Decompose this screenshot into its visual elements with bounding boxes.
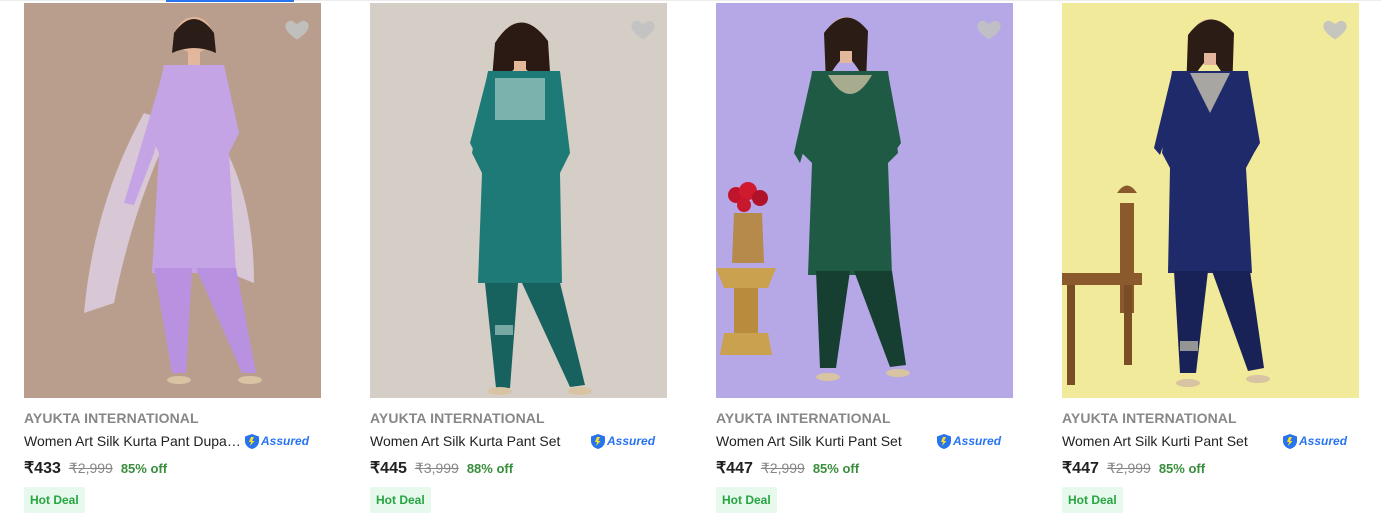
product-image[interactable] — [716, 3, 1013, 398]
product-title[interactable]: Women Art Silk Kurta Pant Set — [370, 433, 588, 449]
assured-badge: Assured — [590, 432, 655, 450]
product-card[interactable]: AYUKTA INTERNATIONAL Women Art Silk Kurt… — [716, 3, 1013, 513]
product-photo — [370, 3, 667, 398]
product-title[interactable]: Women Art Silk Kurta Pant Dupat... — [24, 433, 242, 449]
selling-price: ₹447 — [1062, 460, 1099, 477]
product-card[interactable]: AYUKTA INTERNATIONAL Women Art Silk Kurt… — [24, 3, 321, 513]
product-image[interactable] — [370, 3, 667, 398]
assured-badge: Assured — [1282, 432, 1347, 450]
original-price: ₹2,999 — [760, 460, 805, 476]
discount-percent: 85% off — [812, 461, 860, 476]
product-image[interactable] — [24, 3, 321, 398]
product-title[interactable]: Women Art Silk Kurti Pant Set — [716, 433, 934, 449]
product-brand: AYUKTA INTERNATIONAL — [716, 410, 891, 426]
hot-deal-badge: Hot Deal — [370, 487, 431, 513]
discount-percent: 85% off — [120, 461, 168, 476]
flipkart-assured-icon — [245, 433, 259, 449]
assured-label: Assured — [1299, 434, 1348, 448]
selling-price: ₹433 — [24, 460, 61, 477]
selling-price: ₹445 — [370, 460, 407, 477]
assured-badge: Assured — [936, 432, 1001, 450]
assured-label: Assured — [953, 434, 1002, 448]
flipkart-assured-icon — [937, 433, 951, 449]
original-price: ₹2,999 — [68, 460, 113, 476]
original-price: ₹3,999 — [414, 460, 459, 476]
heart-icon[interactable] — [975, 15, 1003, 43]
product-photo — [1062, 3, 1359, 398]
selling-price: ₹447 — [716, 460, 753, 477]
heart-icon[interactable] — [1321, 15, 1349, 43]
product-photo — [24, 3, 321, 398]
discount-percent: 85% off — [1158, 461, 1206, 476]
hot-deal-badge: Hot Deal — [1062, 487, 1123, 513]
assured-label: Assured — [261, 434, 310, 448]
flipkart-assured-icon — [591, 433, 605, 449]
heart-icon[interactable] — [283, 15, 311, 43]
product-brand: AYUKTA INTERNATIONAL — [1062, 410, 1237, 426]
product-brand: AYUKTA INTERNATIONAL — [24, 410, 199, 426]
product-title[interactable]: Women Art Silk Kurti Pant Set — [1062, 433, 1280, 449]
product-photo — [716, 3, 1013, 398]
product-card[interactable]: AYUKTA INTERNATIONAL Women Art Silk Kurt… — [370, 3, 667, 513]
assured-badge: Assured — [244, 432, 309, 450]
product-brand: AYUKTA INTERNATIONAL — [370, 410, 545, 426]
hot-deal-badge: Hot Deal — [24, 487, 85, 513]
heart-icon[interactable] — [629, 15, 657, 43]
product-card[interactable]: AYUKTA INTERNATIONAL Women Art Silk Kurt… — [1062, 3, 1359, 513]
hot-deal-badge: Hot Deal — [716, 487, 777, 513]
original-price: ₹2,999 — [1106, 460, 1151, 476]
flipkart-assured-icon — [1283, 433, 1297, 449]
discount-percent: 88% off — [466, 461, 514, 476]
product-grid: AYUKTA INTERNATIONAL Women Art Silk Kurt… — [24, 3, 1359, 513]
scroll-indicator — [166, 0, 294, 2]
product-image[interactable] — [1062, 3, 1359, 398]
assured-label: Assured — [607, 434, 656, 448]
